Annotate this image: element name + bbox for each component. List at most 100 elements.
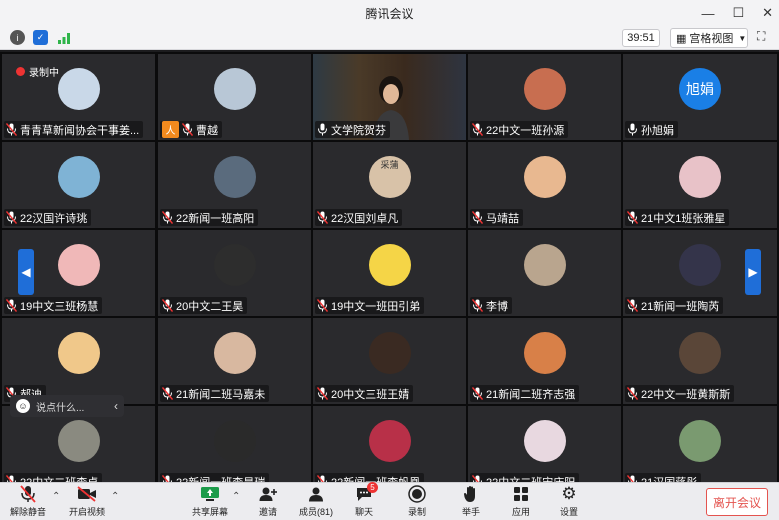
fullscreen-icon[interactable]: ⛶	[757, 29, 773, 45]
participant-name: 22汉国许诗珧	[20, 212, 88, 225]
mic-muted-icon	[472, 123, 486, 136]
apps-button[interactable]: 应用	[508, 484, 534, 520]
participant-tile[interactable]: 21新闻二班马嘉未	[158, 318, 311, 404]
participant-tile[interactable]: 20中文三班王婧	[313, 318, 466, 404]
participant-tile[interactable]: 李博	[468, 230, 621, 316]
participant-name: 20中文三班王婧	[331, 388, 410, 401]
prev-page-button[interactable]: ◀	[18, 249, 34, 295]
chevron-down-icon: ▼	[738, 33, 747, 43]
invite-button[interactable]: 邀请	[254, 484, 282, 520]
members-button[interactable]: 成员(81)	[298, 484, 334, 520]
participant-tile[interactable]: 19中文一班田引弟	[313, 230, 466, 316]
chat-label: 聊天	[354, 507, 373, 517]
bottom-control-bar: 解除静音 ⌃ 开启视频 ⌃ 共享屏幕 ⌃ 邀请 成员(81) 5 聊天 录制 举…	[0, 482, 779, 520]
minimize-button[interactable]: —	[701, 6, 714, 21]
emoji-icon[interactable]: ☺	[16, 399, 30, 413]
participant-name-bar: 22中文一班黄斯斯	[625, 385, 735, 402]
shield-icon[interactable]: ✓	[33, 30, 48, 45]
chevron-up-icon[interactable]: ⌃	[52, 491, 60, 502]
participant-grid: 录制中 青青草新闻协会干事姜... 人 曹越 文学院贺芬 22中文一班孙源 旭娟 孙旭娟 22汉…	[0, 52, 779, 492]
mic-muted-icon	[6, 211, 20, 224]
participant-name: 19中文三班杨慧	[20, 300, 99, 313]
avatar: 旭娟	[679, 68, 721, 110]
participant-tile[interactable]: 22汉国许诗珧	[2, 142, 155, 228]
unmute-button[interactable]: 解除静音	[8, 484, 48, 520]
participant-name: 21新闻一班陶芮	[641, 300, 720, 313]
participant-name-bar: 22汉国刘卓凡	[315, 209, 403, 226]
participant-name: 22新闻一班高阳	[176, 212, 255, 225]
mic-icon	[627, 123, 641, 136]
chevron-right-icon: ▶	[748, 265, 758, 279]
participant-tile[interactable]: 22中文一班黄斯斯	[623, 318, 777, 404]
next-page-button[interactable]: ▶	[745, 249, 761, 295]
participant-name-bar: 孙旭娟	[625, 121, 678, 138]
participant-tile[interactable]: 22中文一班孙源	[468, 54, 621, 140]
participant-name: 孙旭娟	[641, 124, 674, 137]
raise-hand-button[interactable]: 举手	[458, 484, 484, 520]
participant-name: 21新闻二班马嘉未	[176, 388, 266, 401]
participant-name: 22汉国刘卓凡	[331, 212, 399, 225]
share-screen-button[interactable]: 共享屏幕	[190, 484, 230, 520]
participant-tile[interactable]: 20中文二王昊	[158, 230, 311, 316]
chevron-up-icon[interactable]: ⌃	[111, 491, 119, 502]
settings-button[interactable]: ⚙ 设置	[556, 484, 582, 520]
mic-muted-icon	[317, 299, 331, 312]
members-icon	[305, 484, 327, 504]
participant-name: 19中文一班田引弟	[331, 300, 421, 313]
close-button[interactable]: ✕	[762, 5, 773, 21]
record-button[interactable]: 录制	[404, 484, 430, 520]
chevron-up-icon[interactable]: ⌃	[232, 491, 240, 502]
signal-icon[interactable]	[56, 30, 71, 45]
record-label: 录制	[407, 507, 426, 517]
window-title: 腾讯会议	[365, 6, 414, 21]
chevron-left-icon[interactable]: ‹	[114, 399, 118, 413]
avatar	[368, 244, 411, 286]
participant-tile[interactable]: 22中文二班李卓	[2, 406, 155, 492]
participant-tile[interactable]: 人 曹越	[158, 54, 311, 140]
participant-tile[interactable]: 旭娟孙旭娟	[623, 54, 777, 140]
participant-name-bar: 李博	[470, 297, 512, 314]
participant-tile[interactable]: 郝迪	[2, 318, 155, 404]
maximize-button[interactable]: ☐	[732, 5, 744, 21]
participant-tile[interactable]: 马靖喆	[468, 142, 621, 228]
avatar	[368, 332, 411, 374]
info-icon[interactable]: i	[10, 30, 25, 45]
grid-view-button[interactable]: ▦ 宫格视图 ▼	[670, 28, 748, 48]
participant-tile[interactable]: 21汉国蒋彤	[623, 406, 777, 492]
add-user-icon	[257, 484, 279, 504]
participant-name: 曹越	[196, 124, 218, 137]
participant-tile[interactable]: 文学院贺芬	[313, 54, 466, 140]
chat-button[interactable]: 5 聊天	[350, 482, 378, 520]
participant-name-bar: 21新闻一班陶芮	[625, 297, 724, 314]
participant-tile[interactable]: 22新闻一班高阳	[158, 142, 311, 228]
participant-name-bar: 22新闻一班高阳	[160, 209, 259, 226]
participant-tile[interactable]: 22新闻一班李帆凰	[313, 406, 466, 492]
avatar	[213, 420, 256, 462]
mic-icon	[317, 123, 331, 136]
raise-hand-label: 举手	[461, 507, 480, 517]
participant-tile[interactable]: 21中文1班张雅星	[623, 142, 777, 228]
mic-muted-icon	[182, 123, 196, 136]
participant-tile[interactable]: 21新闻二班齐志强	[468, 318, 621, 404]
participant-tile[interactable]: 22中文二班宋庆阳	[468, 406, 621, 492]
chat-icon: 5	[353, 482, 378, 504]
mic-muted-icon	[162, 387, 176, 400]
participant-tile[interactable]: 录制中 青青草新闻协会干事姜...	[2, 54, 155, 140]
participant-tile[interactable]: 采蒲 22汉国刘卓凡	[313, 142, 466, 228]
leave-meeting-button[interactable]: 离开会议	[706, 488, 768, 516]
mic-muted-icon	[162, 211, 176, 224]
chat-placeholder: 说点什么...	[36, 402, 85, 414]
avatar	[523, 68, 566, 110]
participant-tile[interactable]: 22新闻一班李昊瑞	[158, 406, 311, 492]
participant-name-bar: 青青草新闻协会干事姜...	[4, 121, 144, 138]
hand-icon	[460, 484, 482, 504]
avatar	[523, 156, 566, 198]
members-label: 成员(81)	[298, 507, 333, 517]
avatar	[213, 156, 256, 198]
participant-name-bar: 20中文二王昊	[160, 297, 248, 314]
start-video-label: 开启视频	[68, 507, 105, 517]
title-bar: 腾讯会议 — ☐ ✕	[0, 0, 779, 26]
quick-chat-input[interactable]: ☺ 说点什么... ‹	[10, 395, 124, 417]
start-video-button[interactable]: 开启视频	[66, 484, 108, 520]
avatar	[523, 420, 566, 462]
